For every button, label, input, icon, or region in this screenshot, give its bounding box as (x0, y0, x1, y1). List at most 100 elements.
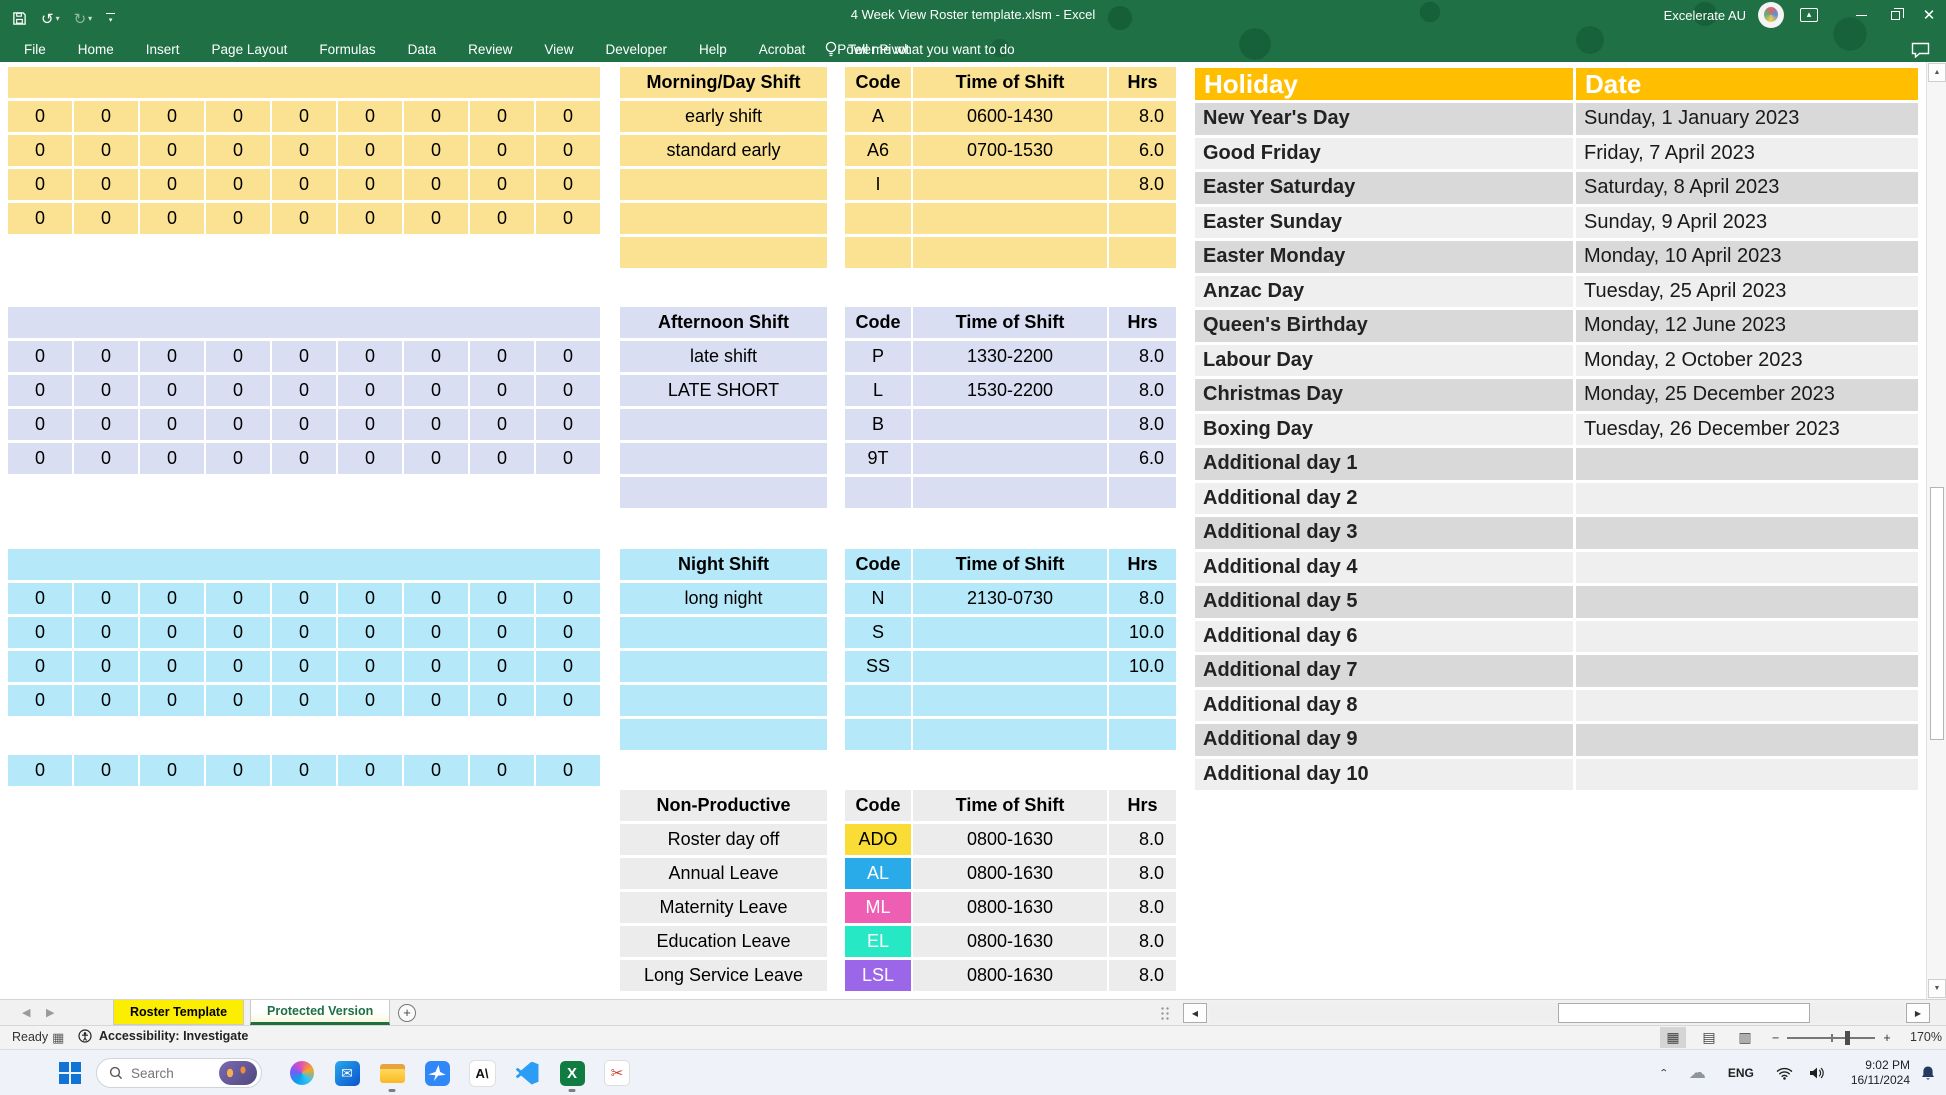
zero-cell[interactable]: 0 (140, 101, 204, 132)
zero-cell[interactable]: 0 (338, 443, 402, 474)
snipping-tool-icon[interactable] (598, 1053, 636, 1093)
zoom-out-button[interactable]: − (1772, 1031, 1779, 1045)
zero-cell[interactable]: 0 (272, 583, 336, 614)
zero-cell[interactable]: 0 (74, 101, 138, 132)
zero-cell[interactable]: 0 (536, 409, 600, 440)
shift-name-cell[interactable] (620, 477, 827, 508)
shift-hrs-cell[interactable] (1109, 719, 1176, 750)
holiday-date-cell[interactable]: Friday, 7 April 2023 (1576, 138, 1918, 170)
ribbon-tab-help[interactable]: Help (683, 37, 743, 62)
shift-name-cell[interactable]: standard early (620, 135, 827, 166)
zero-cell[interactable]: 0 (140, 409, 204, 440)
shift-hrs-cell[interactable]: 8.0 (1109, 824, 1176, 855)
zero-cell[interactable]: 0 (338, 651, 402, 682)
zero-cell[interactable]: 0 (470, 685, 534, 716)
zero-cell[interactable]: 0 (470, 101, 534, 132)
holiday-date-cell[interactable] (1576, 655, 1918, 687)
zero-cell[interactable]: 0 (272, 617, 336, 648)
undo-button[interactable]: ↺▾ (41, 10, 60, 28)
shift-hrs-cell[interactable]: 10.0 (1109, 651, 1176, 682)
restore-button[interactable] (1878, 0, 1912, 30)
merged-blank-row[interactable] (8, 67, 600, 98)
zero-cell[interactable]: 0 (470, 409, 534, 440)
zero-cell[interactable]: 0 (536, 375, 600, 406)
zero-cell[interactable]: 0 (404, 617, 468, 648)
holiday-date-cell[interactable] (1576, 690, 1918, 722)
zero-cell[interactable]: 0 (74, 443, 138, 474)
merged-blank-row[interactable] (8, 307, 600, 338)
ribbon-display-options-icon[interactable] (1800, 8, 1818, 22)
zero-cell[interactable]: 0 (74, 755, 138, 786)
shift-code-cell[interactable] (845, 237, 911, 268)
holiday-name-cell[interactable]: Additional day 5 (1195, 586, 1573, 618)
normal-view-icon[interactable]: ▦ (1660, 1027, 1686, 1048)
ribbon-tab-insert[interactable]: Insert (130, 37, 196, 62)
zero-cell[interactable]: 0 (206, 135, 270, 166)
zero-cell[interactable]: 0 (470, 169, 534, 200)
shift-hrs-cell[interactable]: 8.0 (1109, 960, 1176, 991)
holiday-name-cell[interactable]: Additional day 2 (1195, 483, 1573, 515)
shift-hrs-cell[interactable]: 8.0 (1109, 892, 1176, 923)
zero-cell[interactable]: 0 (404, 169, 468, 200)
shift-hrs-cell[interactable]: 6.0 (1109, 135, 1176, 166)
ribbon-tab-home[interactable]: Home (62, 37, 130, 62)
zero-cell[interactable]: 0 (74, 617, 138, 648)
shift-name-cell[interactable] (620, 617, 827, 648)
shift-name-cell[interactable]: Education Leave (620, 926, 827, 957)
shift-hrs-cell[interactable] (1109, 203, 1176, 234)
tab-scrollbar-splitter[interactable] (1160, 1006, 1170, 1020)
zero-cell[interactable]: 0 (206, 409, 270, 440)
shift-name-cell[interactable] (620, 685, 827, 716)
close-button[interactable]: ✕ (1912, 0, 1946, 30)
zero-cell[interactable]: 0 (338, 583, 402, 614)
shift-time-cell[interactable] (913, 719, 1107, 750)
zero-cell[interactable]: 0 (404, 409, 468, 440)
ribbon-tab-acrobat[interactable]: Acrobat (743, 37, 822, 62)
zero-cell[interactable]: 0 (272, 755, 336, 786)
vertical-scrollbar[interactable]: ▲ ▼ (1926, 62, 1946, 999)
holiday-date-cell[interactable]: Tuesday, 25 April 2023 (1576, 276, 1918, 308)
zero-cell[interactable]: 0 (8, 409, 72, 440)
shift-name-cell[interactable]: Maternity Leave (620, 892, 827, 923)
new-sheet-button[interactable]: + (398, 1004, 416, 1022)
search-input[interactable] (131, 1066, 219, 1081)
zero-cell[interactable]: 0 (536, 443, 600, 474)
zero-cell[interactable]: 0 (404, 583, 468, 614)
zero-cell[interactable]: 0 (8, 375, 72, 406)
shift-code-cell[interactable]: S (845, 617, 911, 648)
account-name[interactable]: Excelerate AU (1664, 8, 1746, 23)
zero-cell[interactable]: 0 (140, 617, 204, 648)
shift-code-cell[interactable]: A (845, 101, 911, 132)
holiday-date-cell[interactable] (1576, 759, 1918, 791)
holiday-date-cell[interactable]: Monday, 25 December 2023 (1576, 379, 1918, 411)
zero-cell[interactable]: 0 (338, 169, 402, 200)
zero-cell[interactable]: 0 (404, 341, 468, 372)
zero-cell[interactable]: 0 (272, 135, 336, 166)
zero-cell[interactable]: 0 (536, 651, 600, 682)
volume-icon[interactable] (1809, 1066, 1825, 1080)
horizontal-scrollbar[interactable] (1209, 1003, 1904, 1023)
clock[interactable]: 9:02 PM 16/11/2024 (1851, 1058, 1910, 1088)
search-box[interactable] (96, 1058, 262, 1088)
account-avatar[interactable] (1758, 2, 1784, 28)
zero-cell[interactable]: 0 (338, 375, 402, 406)
merged-blank-row[interactable] (8, 549, 600, 580)
shift-hrs-cell[interactable]: 8.0 (1109, 583, 1176, 614)
zero-cell[interactable]: 0 (140, 341, 204, 372)
shift-name-cell[interactable]: Long Service Leave (620, 960, 827, 991)
zero-cell[interactable]: 0 (74, 341, 138, 372)
zero-cell[interactable]: 0 (404, 375, 468, 406)
shift-time-cell[interactable]: 2130-0730 (913, 583, 1107, 614)
shift-code-cell[interactable]: SS (845, 651, 911, 682)
ribbon-tab-page-layout[interactable]: Page Layout (196, 37, 304, 62)
shift-code-cell[interactable]: P (845, 341, 911, 372)
zero-cell[interactable]: 0 (338, 135, 402, 166)
holiday-date-cell[interactable] (1576, 448, 1918, 480)
holiday-date-cell[interactable] (1576, 724, 1918, 756)
zoom-slider[interactable] (1787, 1037, 1875, 1039)
shift-time-cell[interactable] (913, 651, 1107, 682)
shift-name-cell[interactable] (620, 443, 827, 474)
holiday-date-cell[interactable] (1576, 483, 1918, 515)
zero-cell[interactable]: 0 (8, 135, 72, 166)
zero-cell[interactable]: 0 (74, 375, 138, 406)
